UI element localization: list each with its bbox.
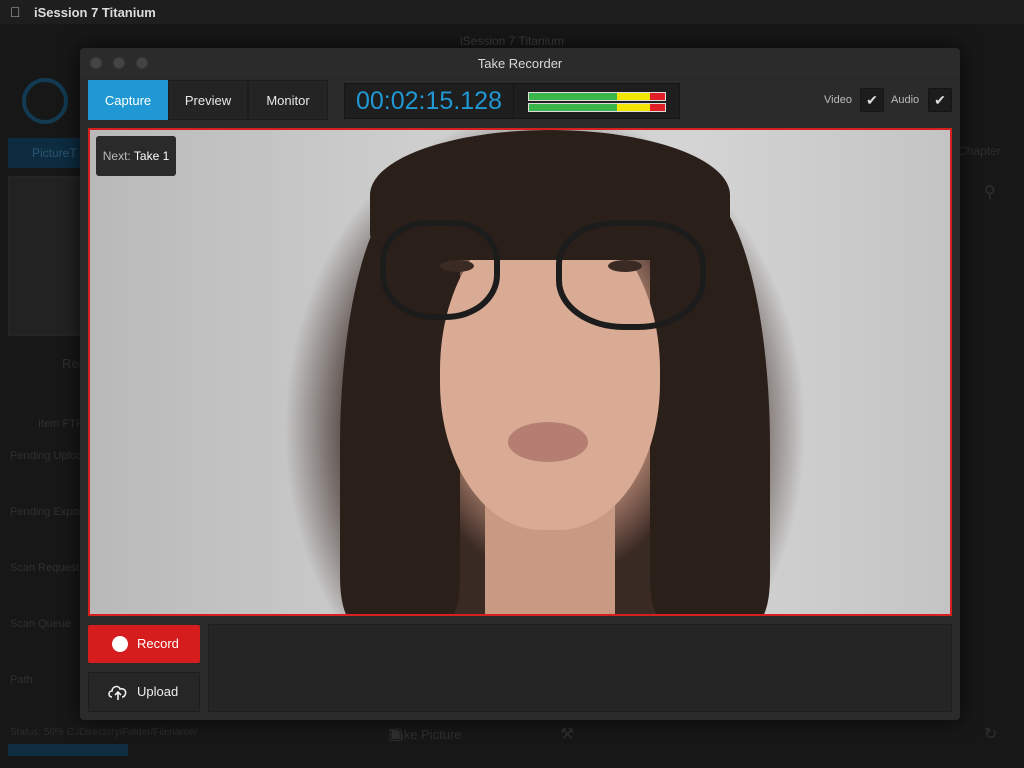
wrench-icon: ⚒ (560, 726, 575, 743)
meter-green-segment (529, 104, 618, 111)
background-progress (8, 744, 128, 756)
audio-meters (514, 84, 679, 118)
mode-tabs: Capture Preview Monitor (88, 80, 328, 120)
background-window-title: iSession 7 Titanium (459, 34, 565, 48)
meter-red-segment (650, 104, 665, 111)
refresh-icon: ↻ (984, 726, 998, 743)
image-glasses-left (380, 220, 500, 320)
meter-yellow-segment (617, 93, 651, 100)
background-chapter: Chapter (958, 144, 1001, 158)
record-label: Record (137, 636, 179, 651)
background-status: Status: 50% C:/Directory/Folder/Filename… (10, 727, 198, 738)
tab-monitor[interactable]: Monitor (248, 80, 328, 120)
background-logo (22, 78, 68, 124)
image-lips (508, 422, 588, 462)
meter-yellow-segment (617, 104, 651, 111)
background-side-item: Scan Request (10, 562, 80, 574)
background-tab: PictureT (8, 138, 88, 168)
record-icon (112, 636, 128, 652)
app-name[interactable]: iSession 7 Titanium (34, 5, 156, 20)
apple-icon[interactable]:  (10, 4, 24, 20)
audio-checkbox-label: Audio (891, 94, 920, 106)
audio-meter-left (528, 92, 666, 101)
dialog-title: Take Recorder (477, 56, 563, 71)
titlebar: Take Recorder (80, 48, 960, 79)
background-side-item: Pending Upload (10, 450, 89, 462)
background-side-item: Path (10, 674, 33, 686)
timer-display: 00:02:15.128 (344, 83, 680, 119)
record-button[interactable]: Record (88, 625, 200, 663)
background-side-item: Pending Export (10, 506, 86, 518)
background-thumbnail (8, 176, 86, 336)
next-take-name: Take 1 (133, 149, 170, 163)
meter-red-segment (650, 93, 665, 100)
image-glasses-right (556, 220, 706, 330)
video-checkbox[interactable]: ✔ (860, 88, 884, 112)
checkmark-icon: ✔ (934, 92, 946, 108)
audio-checkbox[interactable]: ✔ (928, 88, 952, 112)
upload-button[interactable]: Upload (88, 672, 200, 712)
menubar:  iSession 7 Titanium (0, 0, 1024, 24)
timecode: 00:02:15.128 (345, 84, 514, 118)
tab-preview[interactable]: Preview (168, 80, 248, 120)
meter-green-segment (529, 93, 618, 100)
take-recorder-dialog: Take Recorder Capture Preview Monitor 00… (80, 48, 960, 720)
audio-meter-right (528, 103, 666, 112)
background-side-item: Scan Queue (10, 618, 72, 630)
camera-feed-image (90, 130, 950, 614)
cloud-upload-icon (108, 685, 127, 700)
background-side-item: Item FTP (38, 418, 84, 430)
video-checkbox-label: Video (824, 94, 852, 106)
search-icon: ⚲ (984, 184, 996, 201)
camera-icon: ▣ (388, 726, 404, 743)
next-take-badge: Next: Take 1 (96, 136, 176, 176)
next-prefix: Next: (102, 149, 131, 163)
tab-capture[interactable]: Capture (88, 80, 168, 120)
take-list-panel[interactable] (208, 624, 952, 712)
checkmark-icon: ✔ (866, 92, 878, 108)
video-preview: Next: Take 1 (88, 128, 952, 616)
upload-label: Upload (137, 684, 179, 699)
